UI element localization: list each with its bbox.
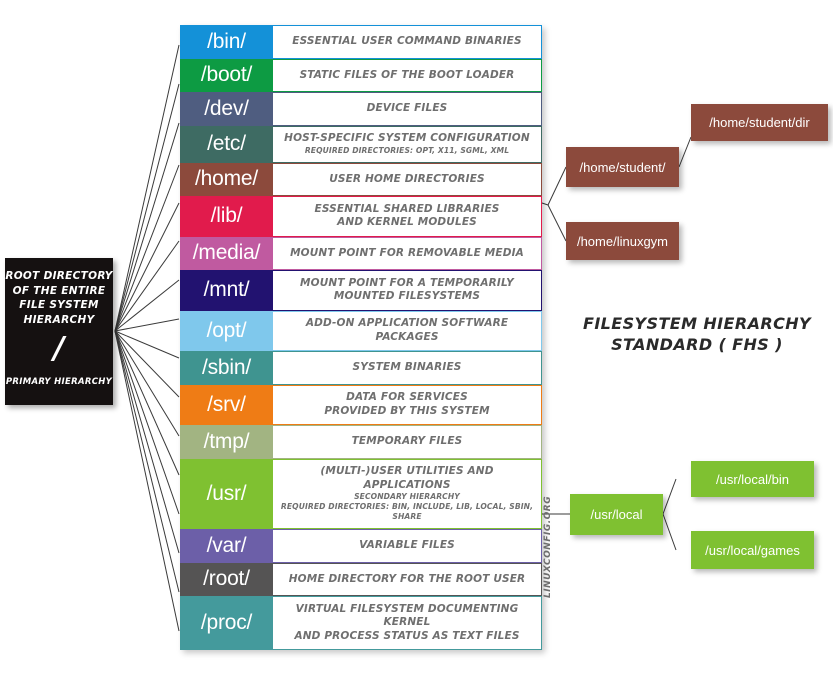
description-line-2: AND PROCESS STATUS AS TEXT FILES <box>294 629 520 642</box>
description-line-2: AND KERNEL MODULES <box>337 216 477 229</box>
directory-description-cell: VARIABLE FILES <box>273 529 542 563</box>
directory-name-cell[interactable]: /opt/ <box>180 310 273 351</box>
directory-name-cell[interactable]: /dev/ <box>180 92 273 126</box>
directory-name-cell[interactable]: /mnt/ <box>180 270 273 311</box>
directory-description-cell: HOME DIRECTORY FOR THE ROOT USER <box>273 562 542 596</box>
fhs-row: /proc/VIRTUAL FILESYSTEM DOCUMENTING KER… <box>180 596 542 650</box>
branch-usr-local-bin-label: /usr/local/bin <box>716 471 789 487</box>
description-sub-line: REQUIRED DIRECTORIES: OPT, X11, SGML, XM… <box>304 145 510 155</box>
fhs-row: /bin/ESSENTIAL USER COMMAND BINARIES <box>180 25 542 59</box>
directory-description-cell: (MULTI-)USER UTILITIES AND APPLICATIONS S… <box>273 458 542 529</box>
fhs-row: /media/MOUNT POINT FOR REMOVABLE MEDIA <box>180 236 542 270</box>
branch-usr-local-label: /usr/local <box>590 507 643 522</box>
branch-usr-local-bin[interactable]: /usr/local/bin <box>691 461 814 497</box>
directory-name-cell[interactable]: /var/ <box>180 529 273 563</box>
directory-name-cell[interactable]: /lib/ <box>180 196 273 237</box>
description-line-1: VARIABLE FILES <box>359 539 455 551</box>
fhs-row: /sbin/SYSTEM BINARIES <box>180 351 542 385</box>
description-line-2: MOUNTED FILESYSTEMS <box>333 290 481 303</box>
root-line-4: HIERARCHY <box>23 313 95 326</box>
description-line-1: USER HOME DIRECTORIES <box>329 172 485 185</box>
description-line-1: DEVICE FILES <box>366 102 448 114</box>
branch-home-student-dir[interactable]: /home/student/dir <box>691 104 828 141</box>
description-line-2: SECONDARY HIERARCHY <box>354 492 460 502</box>
diagram-title: FILESYSTEM HIERARCHY STANDARD ( FHS ) <box>566 313 828 355</box>
description-line-1: (MULTI-)USER UTILITIES AND APPLICATIONS <box>320 465 494 491</box>
root-line-2: OF THE ENTIRE <box>12 284 106 297</box>
directory-description-cell: DEVICE FILES <box>273 92 542 126</box>
description-line-1: HOME DIRECTORY FOR THE ROOT USER <box>288 572 526 585</box>
directory-description-cell: ESSENTIAL SHARED LIBRARIES AND KERNEL MOD… <box>273 196 542 237</box>
directory-name-cell[interactable]: /bin/ <box>180 25 273 59</box>
branch-home-student-label: /home/student/ <box>579 159 666 175</box>
description-line-1: SYSTEM BINARIES <box>352 361 462 373</box>
branch-usr-local[interactable]: /usr/local <box>570 494 663 535</box>
description-line-1: TEMPORARY FILES <box>351 435 463 447</box>
directory-name-cell[interactable]: /srv/ <box>180 384 273 425</box>
branch-usr-local-games-label: /usr/local/games <box>705 542 800 558</box>
directory-description-cell: STATIC FILES OF THE BOOT LOADER <box>273 58 542 92</box>
root-line-3: FILE SYSTEM <box>19 299 99 311</box>
directory-description-cell: MOUNT POINT FOR REMOVABLE MEDIA <box>273 236 542 270</box>
branch-home-linuxgym-label: /home/linuxgym <box>576 233 669 249</box>
fhs-row: /tmp/TEMPORARY FILES <box>180 425 542 459</box>
description-line-1: HOST-SPECIFIC SYSTEM CONFIGURATION <box>284 132 530 145</box>
directory-name-cell[interactable]: /usr/ <box>180 458 273 529</box>
fhs-row: /opt/ADD-ON APPLICATION SOFTWARE PACKAGE… <box>180 310 542 351</box>
description-line-1: ESSENTIAL USER COMMAND BINARIES <box>292 35 522 47</box>
fhs-directory-table: /bin/ESSENTIAL USER COMMAND BINARIES/boo… <box>180 25 542 650</box>
fhs-row: /lib/ESSENTIAL SHARED LIBRARIES AND KERNE… <box>180 196 542 237</box>
branch-home-linuxgym[interactable]: /home/linuxgym <box>566 222 679 260</box>
directory-description-cell: SYSTEM BINARIES <box>273 351 542 385</box>
branch-home-student-dir-label: /home/student/dir <box>709 115 810 130</box>
description-line-1: ESSENTIAL SHARED LIBRARIES <box>314 202 500 215</box>
diagram-title-line-2: STANDARD ( FHS ) <box>611 335 783 354</box>
description-line-1: STATIC FILES OF THE BOOT LOADER <box>299 68 515 81</box>
description-line-2: PROVIDED BY THIS SYSTEM <box>324 404 490 417</box>
directory-description-cell: HOST-SPECIFIC SYSTEM CONFIGURATION REQUIR… <box>273 125 542 163</box>
description-line-1: DATA FOR SERVICES <box>346 391 468 404</box>
description-sub-line: REQUIRED DIRECTORIES: BIN, INCLUDE, LIB,… <box>280 502 534 522</box>
root-slash-symbol: / <box>53 331 65 366</box>
description-line-1: MOUNT POINT FOR A TEMPORARILY <box>300 276 514 289</box>
directory-name-cell[interactable]: /media/ <box>180 236 273 270</box>
directory-description-cell: VIRTUAL FILESYSTEM DOCUMENTING KERNEL AND… <box>273 596 542 650</box>
directory-description-cell: MOUNT POINT FOR A TEMPORARILY MOUNTED FIL… <box>273 270 542 311</box>
directory-description-cell: ADD-ON APPLICATION SOFTWARE PACKAGES <box>273 310 542 351</box>
root-footer-label: PRIMARY HIERARCHY <box>5 377 113 387</box>
root-line-1: ROOT DIRECTORY <box>5 270 113 282</box>
directory-name-cell[interactable]: /tmp/ <box>180 425 273 459</box>
directory-name-cell[interactable]: /root/ <box>180 562 273 596</box>
branch-home-student[interactable]: /home/student/ <box>566 147 679 187</box>
directory-name-cell[interactable]: /home/ <box>180 162 273 196</box>
fhs-row: /home/USER HOME DIRECTORIES <box>180 162 542 196</box>
diagram-canvas: ROOT DIRECTORY OF THE ENTIRE FILE SYSTEM… <box>0 0 833 676</box>
fhs-row: /root/HOME DIRECTORY FOR THE ROOT USER <box>180 562 542 596</box>
fhs-row: /srv/DATA FOR SERVICES PROVIDED BY THIS S… <box>180 384 542 425</box>
fhs-row: /dev/DEVICE FILES <box>180 92 542 126</box>
diagram-title-line-1: FILESYSTEM HIERARCHY <box>583 314 811 333</box>
directory-name-cell[interactable]: /etc/ <box>180 125 273 163</box>
directory-description-cell: USER HOME DIRECTORIES <box>273 162 542 196</box>
fhs-row: /boot/STATIC FILES OF THE BOOT LOADER <box>180 58 542 92</box>
directory-name-cell[interactable]: /sbin/ <box>180 351 273 385</box>
directory-description-cell: ESSENTIAL USER COMMAND BINARIES <box>273 25 542 59</box>
directory-name-cell[interactable]: /boot/ <box>180 58 273 92</box>
directory-description-cell: DATA FOR SERVICES PROVIDED BY THIS SYSTEM <box>273 384 542 425</box>
fhs-row: /var/VARIABLE FILES <box>180 529 542 563</box>
description-line-1: VIRTUAL FILESYSTEM DOCUMENTING KERNEL <box>295 602 519 629</box>
fhs-row: /mnt/MOUNT POINT FOR A TEMPORARILY MOUNTE… <box>180 270 542 311</box>
root-directory-box: ROOT DIRECTORY OF THE ENTIRE FILE SYSTEM… <box>5 258 113 405</box>
fhs-row: /usr/(MULTI-)USER UTILITIES AND APPLICAT… <box>180 458 542 529</box>
fhs-row: /etc/HOST-SPECIFIC SYSTEM CONFIGURATION R… <box>180 125 542 163</box>
description-line-1: MOUNT POINT FOR REMOVABLE MEDIA <box>290 246 524 259</box>
directory-description-cell: TEMPORARY FILES <box>273 425 542 459</box>
branch-usr-local-games[interactable]: /usr/local/games <box>691 531 814 569</box>
watermark-linuxconfig: LINUXCONFIG.ORG <box>543 495 553 598</box>
directory-name-cell[interactable]: /proc/ <box>180 596 273 650</box>
description-line-1: ADD-ON APPLICATION SOFTWARE PACKAGES <box>305 317 509 343</box>
